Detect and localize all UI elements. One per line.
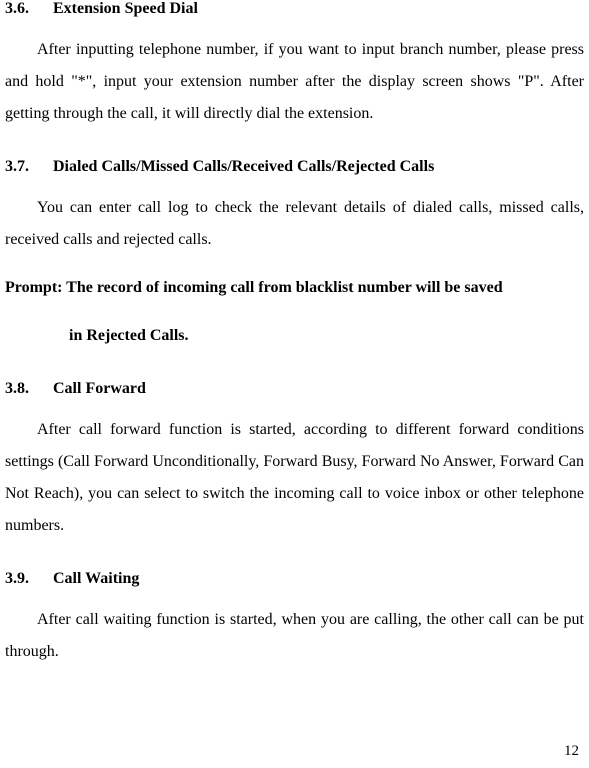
- prompt-text-line2: in Rejected Calls.: [5, 320, 584, 352]
- prompt-text-line1: Prompt: The record of incoming call from…: [5, 272, 584, 304]
- section-title: Extension Speed Dial: [53, 0, 198, 17]
- document-page: 3.6. Extension Speed Dial After inputting…: [0, 0, 589, 668]
- section-body: You can enter call log to check the rele…: [5, 192, 584, 256]
- page-number: 12: [564, 743, 579, 760]
- section-heading-3-8: 3.8. Call Forward: [5, 380, 584, 398]
- section-title: Dialed Calls/Missed Calls/Received Calls…: [53, 158, 434, 175]
- section-number: 3.8.: [5, 380, 29, 398]
- section-number: 3.9.: [5, 570, 29, 588]
- section-heading-3-9: 3.9. Call Waiting: [5, 570, 584, 588]
- section-title: Call Forward: [53, 380, 146, 397]
- section-body: After inputting telephone number, if you…: [5, 34, 584, 130]
- section-heading-3-7: 3.7. Dialed Calls/Missed Calls/Received C…: [5, 158, 584, 176]
- section-body: After call forward function is started, …: [5, 414, 584, 542]
- section-body: After call waiting function is started, …: [5, 604, 584, 668]
- section-number: 3.7.: [5, 158, 29, 176]
- section-title: Call Waiting: [53, 570, 139, 587]
- section-number: 3.6.: [5, 0, 29, 18]
- section-heading-3-6: 3.6. Extension Speed Dial: [5, 0, 584, 18]
